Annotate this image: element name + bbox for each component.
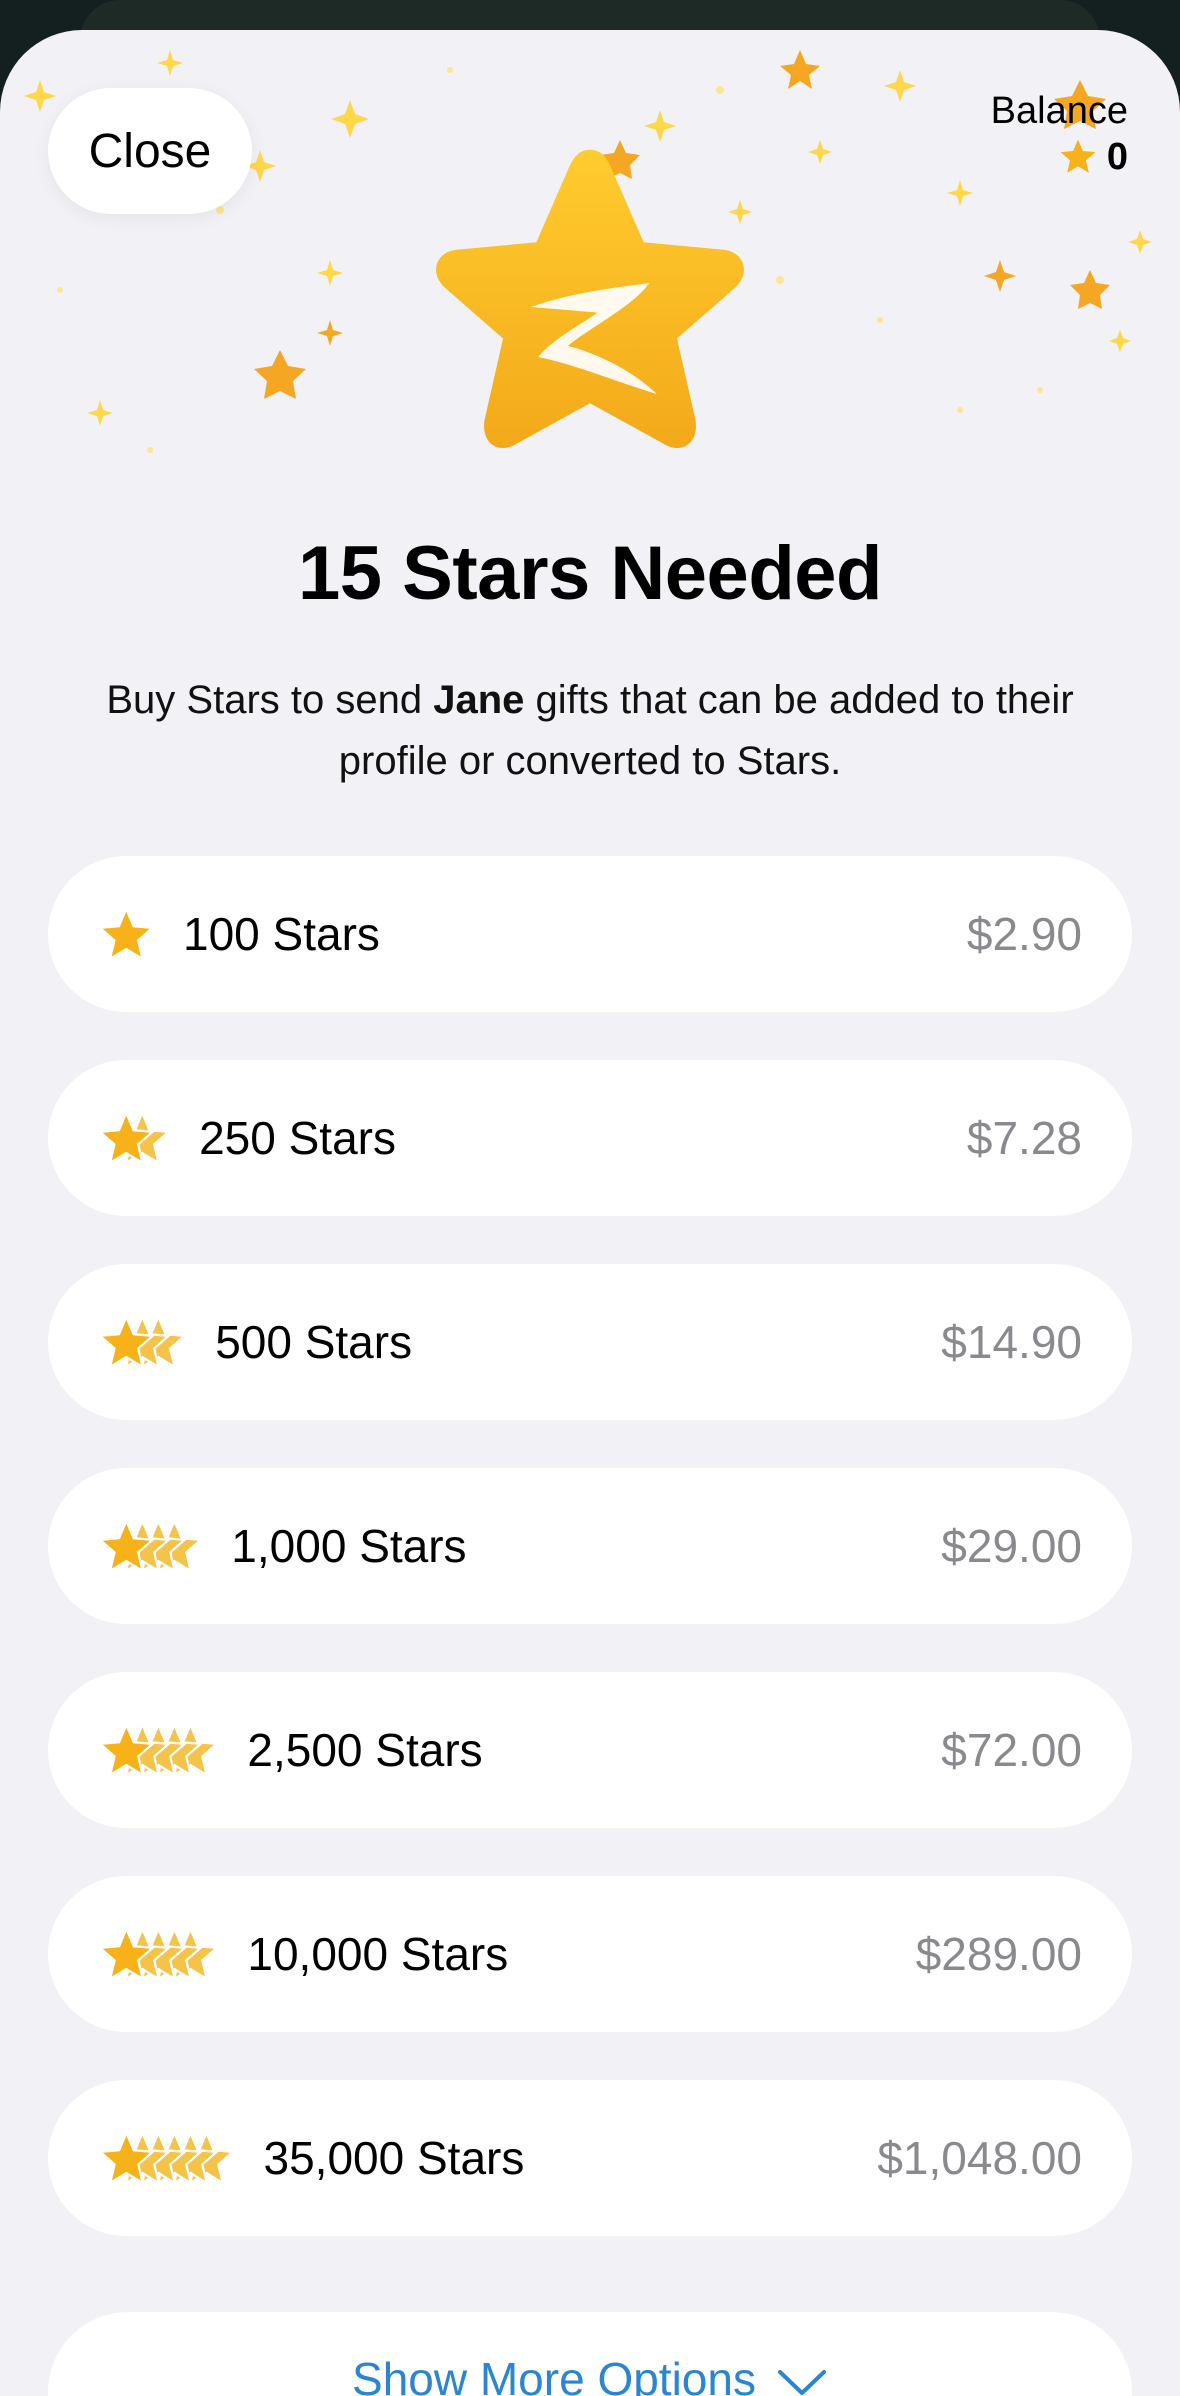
- balance-display: Balance 0: [991, 88, 1128, 180]
- balance-label: Balance: [990, 90, 1128, 132]
- star-option-row[interactable]: 100 Stars $2.90: [48, 856, 1132, 1012]
- page-subtitle: Buy Stars to send Jane gifts that can be…: [90, 670, 1090, 792]
- star-option-label: 10,000 Stars: [247, 1928, 509, 1980]
- star-option-price: $2.90: [966, 908, 1082, 960]
- star-option-label: 1,000 Stars: [231, 1520, 467, 1572]
- star-stack-icon: [97, 2129, 236, 2186]
- star-stack-icon: [97, 1109, 172, 1166]
- star-option-row[interactable]: 1,000 Stars $29.00: [48, 1468, 1132, 1624]
- chevron-down-icon: [777, 2370, 826, 2395]
- star-option-label: 500 Stars: [215, 1316, 413, 1368]
- show-more-options-label: Show More Options: [352, 2353, 756, 2396]
- telegram-star-icon: [436, 149, 744, 448]
- star-option-price: $7.28: [966, 1112, 1082, 1164]
- balance-value: 0: [1106, 136, 1128, 178]
- star-option-price: $72.00: [941, 1724, 1082, 1776]
- star-option-row[interactable]: 500 Stars $14.90: [48, 1264, 1132, 1420]
- star-option-price: $1,048.00: [877, 2132, 1082, 2184]
- star-option-row[interactable]: 10,000 Stars $289.00: [48, 1876, 1132, 2032]
- balance-amount: 0: [991, 134, 1128, 180]
- star-stack-icon: [97, 1925, 220, 1982]
- star-option-label: 250 Stars: [199, 1112, 396, 1164]
- star-option-price: $29.00: [941, 1520, 1082, 1572]
- close-button[interactable]: Close: [48, 88, 252, 214]
- star-option-row[interactable]: 35,000 Stars $1,048.00: [48, 2080, 1132, 2236]
- star-option-label: 100 Stars: [183, 908, 380, 960]
- subtitle-text-start: Buy Stars to send: [106, 678, 434, 722]
- star-option-label: 2,500 Stars: [247, 1724, 483, 1776]
- show-more-options-button[interactable]: Show More Options: [48, 2312, 1132, 2396]
- star-stack-icon: [97, 905, 156, 962]
- star-option-row[interactable]: 250 Stars $7.28: [48, 1060, 1132, 1216]
- star-options-list: 100 Stars $2.90 250 Stars $7.28 500 Stars $14…: [48, 856, 1132, 2284]
- star-option-label: 35,000 Stars: [263, 2132, 525, 2184]
- star-option-price: $14.90: [941, 1316, 1082, 1368]
- recipient-name: Jane: [433, 678, 525, 722]
- star-icon: [1060, 139, 1096, 173]
- page-title: 15 Stars Needed: [298, 531, 882, 616]
- buy-stars-sheet: Close Balance 0 15 Stars Needed Buy Star…: [0, 30, 1180, 2396]
- star-stack-icon: [97, 1721, 220, 1778]
- star-option-row[interactable]: 2,500 Stars $72.00: [48, 1672, 1132, 1828]
- star-stack-icon: [97, 1313, 188, 1370]
- star-option-price: $289.00: [915, 1928, 1082, 1980]
- star-stack-icon: [97, 1517, 204, 1574]
